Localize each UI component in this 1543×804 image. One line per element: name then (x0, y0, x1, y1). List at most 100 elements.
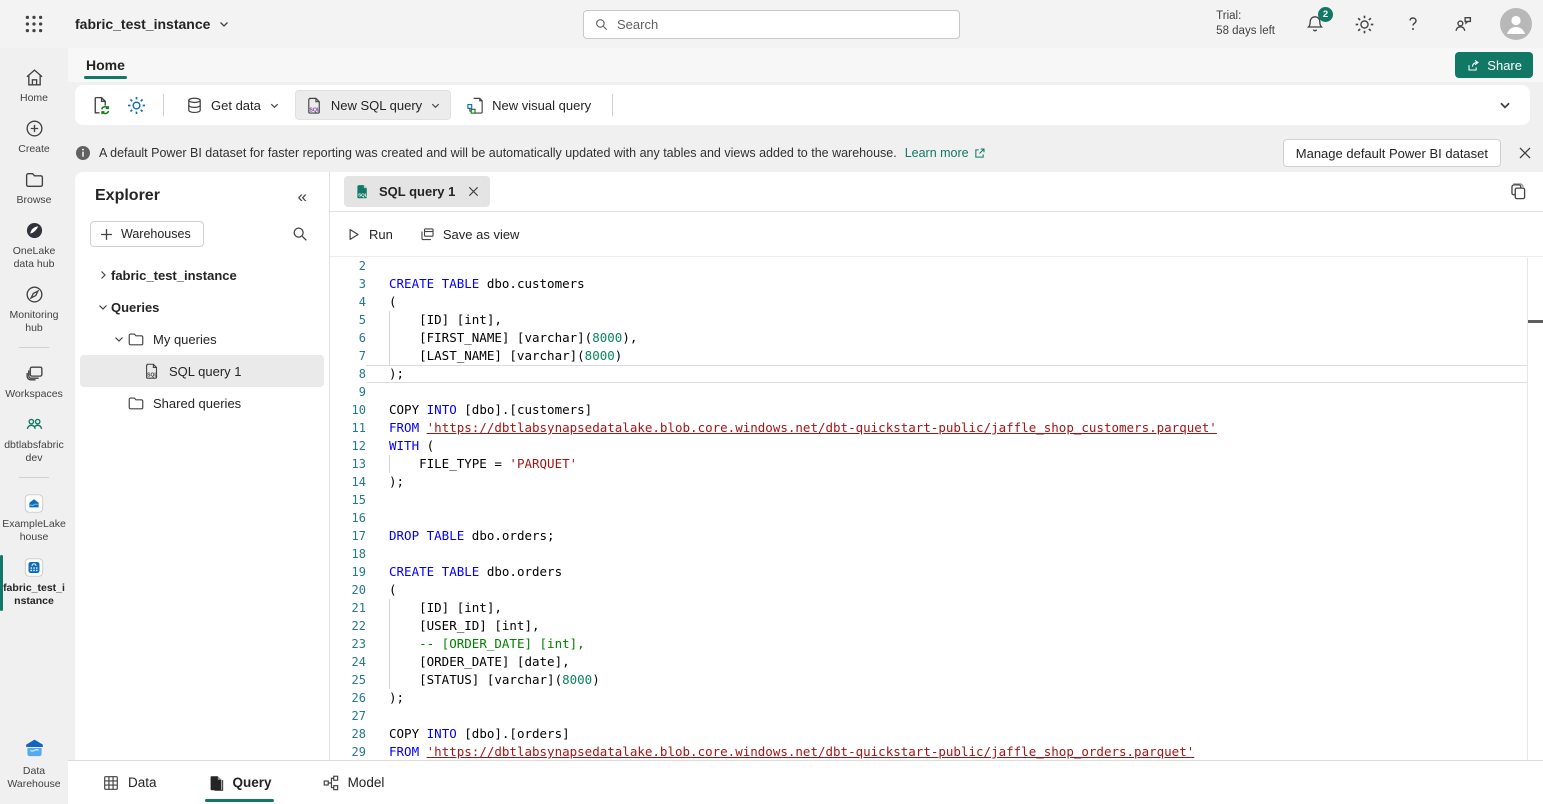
close-tab-icon[interactable] (467, 185, 480, 198)
run-button[interactable]: Run (345, 226, 393, 243)
save-as-view-button[interactable]: Save as view (419, 226, 520, 243)
line-number: 6 (330, 329, 366, 347)
explorer-search-icon[interactable] (291, 225, 309, 243)
copy-icon[interactable] (1507, 181, 1529, 203)
code-line-18[interactable]: 18 (330, 545, 1543, 563)
share-button[interactable]: Share (1455, 52, 1533, 78)
workspace-switcher[interactable]: fabric_test_instance (75, 16, 230, 32)
view-tab-model[interactable]: Model (320, 761, 387, 804)
explorer-title: Explorer (95, 187, 160, 205)
code-line-9[interactable]: 9 (330, 383, 1543, 401)
rail-item-monitoring-hub[interactable]: Monitoring hub (0, 278, 68, 342)
search-input[interactable] (617, 17, 949, 32)
app-launcher-icon[interactable] (0, 13, 68, 35)
settings-gear-icon[interactable] (121, 90, 151, 120)
refresh-dataset-icon[interactable] (85, 90, 115, 120)
code-line-16[interactable]: 16 (330, 509, 1543, 527)
code-line-17[interactable]: 17DROP TABLE dbo.orders; (330, 527, 1543, 545)
code-line-23[interactable]: 23 -- [ORDER_DATE] [int], (330, 635, 1543, 653)
chevron-down-icon[interactable] (111, 333, 127, 345)
visual-query-icon (466, 96, 485, 115)
workspace-name: fabric_test_instance (75, 16, 210, 32)
code-line-29[interactable]: 29FROM 'https://dbtlabsynapsedatalake.bl… (330, 743, 1543, 760)
code-line-8[interactable]: 8); (330, 365, 1543, 383)
svg-text:SQL: SQL (147, 373, 157, 379)
notifications-button[interactable]: 2 (1304, 13, 1326, 35)
notification-badge: 2 (1318, 7, 1333, 22)
rail-item-workspaces[interactable]: Workspaces (0, 357, 68, 408)
info-icon (75, 145, 91, 161)
tree-item-sql-query-1[interactable]: SQLSQL query 1 (80, 355, 324, 387)
sql-code-editor[interactable]: 23CREATE TABLE dbo.customers4(5 [ID] [in… (330, 257, 1543, 760)
toolbar-divider (163, 94, 164, 116)
code-line-20[interactable]: 20( (330, 581, 1543, 599)
code-line-22[interactable]: 22 [USER_ID] [int], (330, 617, 1543, 635)
query-tab[interactable]: SQL SQL query 1 (344, 176, 490, 207)
rail-item-home[interactable]: Home (0, 61, 68, 112)
code-line-28[interactable]: 28COPY INTO [dbo].[orders] (330, 725, 1543, 743)
code-line-3[interactable]: 3CREATE TABLE dbo.customers (330, 275, 1543, 293)
manage-dataset-button[interactable]: Manage default Power BI dataset (1283, 139, 1501, 167)
editor-overview-ruler[interactable] (1527, 258, 1528, 760)
new-warehouse-button[interactable]: Warehouses (90, 221, 204, 247)
feedback-button[interactable] (1451, 13, 1473, 35)
rail-item-dbtlabsfabricdev[interactable]: dbtlabsfabricdev (0, 408, 68, 472)
explorer-panel: Explorer « Warehouses fabric_test_instan… (75, 172, 330, 760)
banner-message: A default Power BI dataset for faster re… (99, 146, 897, 160)
rail-item-onelake-data-hub[interactable]: OneLake data hub (0, 214, 68, 278)
chevron-down-icon (269, 100, 280, 111)
querydoc-icon (207, 774, 225, 792)
rail-item-examplelakehouse[interactable]: ExampleLakehouse (0, 487, 68, 551)
line-number: 9 (330, 383, 366, 401)
collapse-ribbon-chevron[interactable] (1498, 98, 1512, 112)
tab-home[interactable]: Home (84, 51, 127, 79)
view-tab-data[interactable]: Data (100, 761, 159, 804)
chevron-down-icon[interactable] (95, 301, 111, 313)
scroll-position-marker (1528, 320, 1543, 323)
code-line-21[interactable]: 21 [ID] [int], (330, 599, 1543, 617)
new-visual-query-button[interactable]: New visual query (457, 90, 600, 120)
code-line-15[interactable]: 15 (330, 491, 1543, 509)
account-avatar[interactable] (1500, 8, 1532, 40)
code-line-5[interactable]: 5 [ID] [int], (330, 311, 1543, 329)
code-line-7[interactable]: 7 [LAST_NAME] [varchar](8000) (330, 347, 1543, 365)
code-line-19[interactable]: 19CREATE TABLE dbo.orders (330, 563, 1543, 581)
query-command-bar: Run Save as view (330, 212, 1543, 257)
code-line-13[interactable]: 13 FILE_TYPE = 'PARQUET' (330, 455, 1543, 473)
search-icon (594, 17, 609, 32)
code-line-11[interactable]: 11FROM 'https://dbtlabsynapsedatalake.bl… (330, 419, 1543, 437)
help-button[interactable] (1402, 13, 1424, 35)
home-icon (23, 66, 45, 88)
tree-item-fabric-test-instance[interactable]: fabric_test_instance (80, 259, 324, 291)
line-number: 20 (330, 581, 366, 599)
line-number: 3 (330, 275, 366, 293)
code-line-24[interactable]: 24 [ORDER_DATE] [date], (330, 653, 1543, 671)
view-tab-query[interactable]: Query (205, 761, 274, 804)
rail-item-fabric-test-instance[interactable]: fabric_test_instance (0, 551, 68, 615)
code-line-26[interactable]: 26); (330, 689, 1543, 707)
view-switcher-bar: Data Query Model (68, 760, 1543, 804)
code-line-2[interactable]: 2 (330, 257, 1543, 275)
close-banner-icon[interactable] (1515, 143, 1535, 163)
rail-item-data-warehouse[interactable]: Data Warehouse (0, 731, 68, 798)
code-line-10[interactable]: 10COPY INTO [dbo].[customers] (330, 401, 1543, 419)
code-line-25[interactable]: 25 [STATUS] [varchar](8000) (330, 671, 1543, 689)
code-line-12[interactable]: 12WITH ( (330, 437, 1543, 455)
tree-item-my-queries[interactable]: My queries (80, 323, 324, 355)
new-sql-query-button[interactable]: SQL New SQL query (295, 90, 451, 120)
code-line-27[interactable]: 27 (330, 707, 1543, 725)
database-icon (185, 96, 204, 115)
code-line-14[interactable]: 14); (330, 473, 1543, 491)
line-number: 23 (330, 635, 366, 653)
tree-item-queries[interactable]: Queries (80, 291, 324, 323)
rail-item-create[interactable]: Create (0, 112, 68, 163)
code-line-6[interactable]: 6 [FIRST_NAME] [varchar](8000), (330, 329, 1543, 347)
settings-button[interactable] (1353, 13, 1375, 35)
get-data-button[interactable]: Get data (176, 90, 289, 120)
learn-more-link[interactable]: Learn more (905, 146, 986, 160)
rail-item-browse[interactable]: Browse (0, 163, 68, 214)
code-line-4[interactable]: 4( (330, 293, 1543, 311)
chevron-right-icon[interactable] (95, 269, 111, 281)
collapse-panel-icon[interactable]: « (298, 188, 307, 205)
tree-item-shared-queries[interactable]: Shared queries (80, 387, 324, 419)
